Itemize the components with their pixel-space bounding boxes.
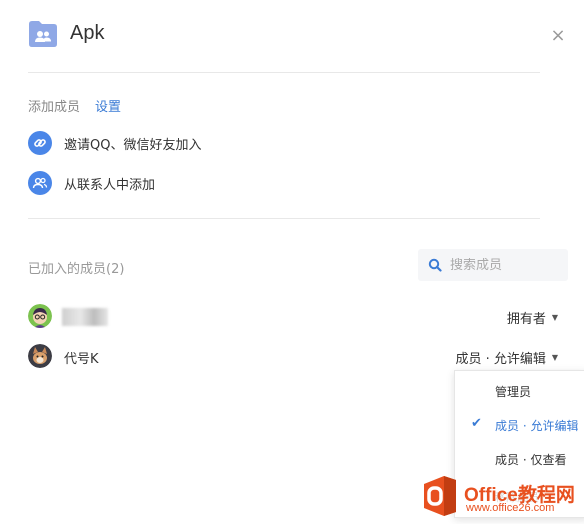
caret-down-icon: ▼ xyxy=(551,353,558,362)
role-dropdown[interactable]: 拥有者 ▼ xyxy=(507,308,558,327)
member-name: 代号K xyxy=(64,352,99,367)
members-count-label: 已加入的成员(2) xyxy=(28,262,125,277)
avatar[interactable] xyxy=(28,344,52,368)
menu-item-label: 成员 · 允许编辑 xyxy=(495,419,579,433)
add-members-label: 添加成员 xyxy=(28,100,81,115)
dialog-header: Apk × xyxy=(0,0,584,72)
office-logo-icon xyxy=(424,476,456,516)
search-icon xyxy=(428,258,442,272)
watermark-url: www.office26.com xyxy=(466,502,555,514)
member-name-obscured xyxy=(62,308,108,326)
menu-item-label: 管理员 xyxy=(495,385,532,399)
invite-friends-label: 邀请QQ、微信好友加入 xyxy=(64,137,202,153)
member-row: 代号K 成员 · 允许编辑 ▼ xyxy=(28,342,568,370)
invite-friends-button[interactable]: 邀请QQ、微信好友加入 xyxy=(28,130,201,156)
menu-item-label: 成员 · 仅查看 xyxy=(495,453,567,467)
menu-item-member-edit[interactable]: ✔ 成员 · 允许编辑 xyxy=(455,411,584,439)
close-icon[interactable]: × xyxy=(549,27,567,45)
role-dropdown[interactable]: 成员 · 允许编辑 ▼ xyxy=(455,348,558,367)
checkmark-icon: ✔ xyxy=(471,416,482,431)
member-search-input[interactable] xyxy=(450,257,560,273)
contacts-icon xyxy=(28,171,52,195)
role-label: 拥有者 xyxy=(506,312,546,327)
add-from-contacts-button[interactable]: 从联系人中添加 xyxy=(28,170,155,196)
avatar[interactable] xyxy=(28,304,52,328)
role-label: 成员 · 允许编辑 xyxy=(455,352,546,367)
divider xyxy=(28,72,540,73)
member-search-box[interactable] xyxy=(418,249,568,281)
dialog-title: Apk xyxy=(70,22,105,44)
menu-item-admin[interactable]: 管理员 xyxy=(455,377,584,405)
group-folder-icon xyxy=(29,21,57,47)
link-icon xyxy=(28,131,52,155)
menu-item-member-view[interactable]: 成员 · 仅查看 xyxy=(455,445,584,473)
settings-link[interactable]: 设置 xyxy=(95,96,121,115)
caret-down-icon: ▼ xyxy=(551,313,558,322)
member-row: 拥有者 ▼ xyxy=(28,302,568,330)
divider xyxy=(28,218,540,219)
add-from-contacts-label: 从联系人中添加 xyxy=(64,177,156,193)
watermark: Office教程网 www.office26.com xyxy=(418,474,584,520)
